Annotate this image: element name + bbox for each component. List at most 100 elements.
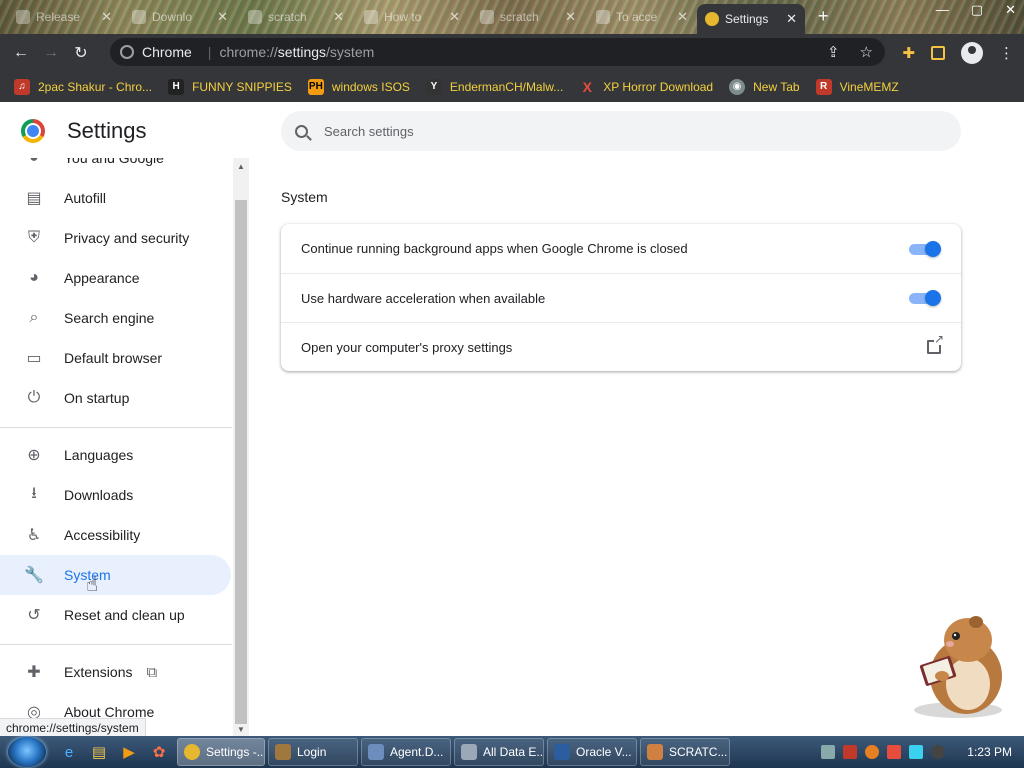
person-icon: ● [23, 158, 45, 167]
tab-close-icon[interactable]: ✕ [217, 9, 228, 25]
sidebar-item-search-engine[interactable]: ⌕ Search engine [0, 298, 231, 338]
tab-settings[interactable]: Settings ✕ [697, 4, 805, 34]
taskbar-clock[interactable]: 1:23 PM [967, 745, 1012, 759]
scroll-up-arrow-icon[interactable]: ▲ [233, 162, 249, 171]
search-input[interactable]: Search settings [281, 111, 961, 151]
hardware-acceleration-row[interactable]: Use hardware acceleration when available [281, 273, 961, 322]
bookmark-endermanch[interactable]: Y EndermanCH/Malw... [425, 78, 563, 95]
profile-avatar-icon[interactable] [961, 41, 983, 64]
tab-favicon [480, 10, 494, 24]
sidebar-item-default-browser[interactable]: ▭ Default browser [0, 338, 231, 378]
sidebar-item-accessibility[interactable]: ♿ Accessibility [0, 515, 231, 555]
tab-label: How to [384, 10, 422, 24]
sidebar-item-autofill[interactable]: ▤ Autofill [0, 178, 231, 218]
tray-app-icon[interactable] [843, 745, 858, 759]
folder-icon[interactable]: ▤ [84, 743, 114, 761]
toggle-knob [925, 240, 941, 257]
tray-app-icon[interactable] [865, 745, 880, 759]
forward-button[interactable]: → [36, 44, 66, 62]
hardware-acceleration-toggle[interactable] [909, 290, 941, 306]
sidebar-item-you-and-google[interactable]: ● You and Google [0, 158, 231, 178]
back-button[interactable]: ← [6, 44, 36, 62]
sidebar-item-label: Appearance [64, 270, 140, 286]
bookmark-label: FUNNY SNIPPIES [192, 79, 292, 94]
virtualbox-icon [554, 744, 570, 760]
system-settings-card: Continue running background apps when Go… [281, 224, 961, 371]
sidebar-item-downloads[interactable]: ⭳ Downloads [0, 475, 231, 515]
bookmark-2pac[interactable]: ♫ 2pac Shakur - Chro... [14, 78, 153, 95]
tab-close-icon[interactable]: ✕ [449, 9, 460, 25]
bookmark-new-tab[interactable]: ◉ New Tab [729, 78, 800, 95]
open-in-new-icon: ⧉ [146, 663, 158, 681]
bookmark-label: VineMEMZ [839, 79, 899, 94]
bookmark-xp-horror[interactable]: X XP Horror Download [579, 79, 714, 95]
start-button[interactable] [8, 737, 46, 767]
wrench-icon: 🔧 [24, 567, 44, 584]
bookmark-star-icon[interactable]: ☆ [860, 43, 873, 61]
taskbar-task-all-data[interactable]: All Data E... [454, 738, 544, 766]
proxy-settings-row[interactable]: Open your computer's proxy settings [281, 322, 961, 371]
sidebar-scrollbar[interactable]: ▲ ▼ [233, 158, 249, 736]
taskbar-task-settings[interactable]: Settings -... [177, 738, 265, 766]
sidebar-item-label: On startup [64, 390, 130, 406]
sidebar-item-extensions[interactable]: ✚ Extensions ⧉ [0, 652, 231, 692]
sidebar-item-privacy[interactable]: ⛨ Privacy and security [0, 218, 231, 258]
side-panel-icon[interactable] [931, 45, 945, 60]
share-icon[interactable]: ⇪ [827, 43, 840, 61]
windows-taskbar: e ▤ ▶ ✿ Settings -... Login Agent.D... A… [0, 736, 1024, 768]
minimize-button[interactable]: — [936, 2, 949, 18]
background-apps-row[interactable]: Continue running background apps when Go… [281, 224, 961, 273]
address-bar[interactable]: Chrome | chrome://settings/system ⇪ ☆ [110, 38, 885, 66]
tray-app-icon[interactable] [887, 745, 902, 759]
sidebar-item-on-startup[interactable]: ⏻ On startup [0, 378, 231, 418]
extensions-puzzle-icon[interactable]: ✚ [902, 44, 915, 62]
sidebar-divider [0, 427, 232, 428]
tab-scratch-2[interactable]: scratch ✕ [472, 4, 584, 30]
background-apps-toggle[interactable] [909, 240, 941, 257]
media-player-icon[interactable]: ▶ [114, 743, 144, 761]
ph-logo-icon: PH [307, 78, 324, 95]
bookmark-vinememz[interactable]: R VineMEMZ [815, 78, 899, 95]
reload-button[interactable]: ↻ [66, 43, 96, 63]
taskbar-task-login[interactable]: Login [268, 738, 358, 766]
tray-app-icon[interactable] [821, 745, 836, 759]
tray-app-icon[interactable] [909, 745, 924, 759]
chrome-site-icon [120, 45, 134, 59]
sidebar-item-appearance[interactable]: ◕ Appearance [0, 258, 231, 298]
tab-scratch[interactable]: scratch ✕ [240, 4, 352, 30]
tab-close-icon[interactable]: ✕ [565, 9, 576, 25]
close-window-button[interactable]: ✕ [1005, 2, 1016, 18]
sidebar-item-reset[interactable]: ↺ Reset and clean up [0, 595, 231, 635]
sidebar-item-system[interactable]: 🔧 System [0, 555, 231, 595]
browser-icon: ▭ [26, 350, 42, 367]
tab-close-icon[interactable]: ✕ [677, 9, 688, 25]
shield-icon: ⛨ [27, 229, 40, 246]
sidebar-item-label: You and Google [64, 158, 164, 166]
maximize-button[interactable]: ▢ [971, 2, 983, 18]
tab-close-icon[interactable]: ✕ [786, 11, 797, 27]
sidebar-item-languages[interactable]: ⊕ Languages [0, 435, 231, 475]
taskbar-task-scratch[interactable]: SCRATC... [640, 738, 730, 766]
scrollbar-thumb[interactable] [235, 200, 247, 724]
internet-explorer-icon[interactable]: e [54, 744, 84, 761]
new-tab-button[interactable]: + [818, 6, 829, 27]
app-icon[interactable]: ✿ [144, 743, 174, 761]
tab-downloads[interactable]: Downlo ✕ [124, 4, 236, 30]
bookmark-funny-snippies[interactable]: H FUNNY SNIPPIES [168, 78, 292, 95]
url-host: settings [277, 44, 327, 60]
open-external-icon[interactable] [927, 333, 944, 354]
tab-close-icon[interactable]: ✕ [101, 9, 112, 25]
tab-release[interactable]: Release ✕ [8, 4, 120, 30]
omnibox-actions: ⇪ ☆ [827, 43, 873, 61]
scroll-down-arrow-icon[interactable]: ▼ [233, 725, 249, 734]
bookmark-label: 2pac Shakur - Chro... [38, 79, 153, 94]
bookmark-windows-isos[interactable]: PH windows ISOS [307, 78, 410, 95]
tab-to-access[interactable]: To acce ✕ [588, 4, 696, 30]
tab-close-icon[interactable]: ✕ [333, 9, 344, 25]
sidebar-item-label: Privacy and security [64, 230, 190, 246]
chrome-menu-icon[interactable]: ⋮ [999, 44, 1014, 62]
tray-app-icon[interactable] [931, 745, 946, 759]
taskbar-task-oracle[interactable]: Oracle V... [547, 738, 637, 766]
tab-how-to[interactable]: How to ✕ [356, 4, 468, 30]
taskbar-task-agent[interactable]: Agent.D... [361, 738, 451, 766]
